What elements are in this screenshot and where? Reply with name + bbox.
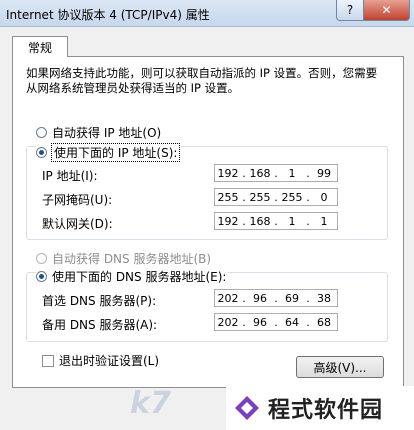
description-text: 如果网络支持此功能，则可以获取自动指派的 IP 设置。否则，您需要从网络系统管理…	[26, 66, 378, 95]
title-bar: Internet 协议版本 4 (TCP/IPv4) 属性 ? ✕	[0, 0, 414, 27]
gateway-label: 默认网关(D):	[42, 217, 113, 231]
advanced-button[interactable]: 高级(V)...	[296, 356, 384, 378]
watermark-right: 程式软件园	[226, 386, 414, 430]
octet: 192	[217, 166, 239, 180]
manual-dns-label: 使用下面的 DNS 服务器地址(E):	[52, 270, 227, 284]
octet: 1	[288, 214, 296, 228]
octet: 202	[217, 291, 239, 305]
close-button[interactable]: ✕	[363, 0, 410, 21]
radio-off-icon	[36, 253, 47, 264]
octet: 168	[249, 214, 271, 228]
ip-address-input[interactable]: 192. 168. 1. 99	[214, 164, 338, 182]
radio-off-icon	[36, 127, 47, 138]
gateway-input[interactable]: 192. 168. 1. 1	[214, 212, 338, 230]
validate-label: 退出时验证设置(L)	[59, 354, 160, 368]
manual-ip-radio[interactable]: 使用下面的 IP 地址(S):	[36, 143, 182, 162]
alternate-dns-input[interactable]: 202. 96. 64. 68	[214, 313, 338, 331]
tab-general[interactable]: 常规	[12, 36, 68, 57]
watermark-text: 程式软件园	[268, 398, 384, 423]
watermark-left: k7	[130, 386, 171, 421]
watermark-logo-icon	[235, 396, 259, 420]
octet: 99	[317, 166, 331, 180]
preferred-dns-label: 首选 DNS 服务器(P):	[42, 294, 157, 308]
octet: 69	[285, 291, 299, 305]
help-button[interactable]: ?	[336, 0, 364, 21]
octet: 64	[285, 315, 299, 329]
octet: 1	[320, 214, 328, 228]
auto-dns-radio[interactable]: 自动获得 DNS 服务器地址(B)	[36, 250, 211, 267]
octet: 1	[288, 166, 296, 180]
octet: 255	[249, 190, 271, 204]
auto-ip-radio[interactable]: 自动获得 IP 地址(O)	[36, 124, 161, 141]
subnet-mask-input[interactable]: 255. 255. 255. 0	[214, 188, 338, 206]
manual-ip-label: 使用下面的 IP 地址(S):	[50, 143, 181, 162]
octet: 0	[320, 190, 328, 204]
octet: 192	[217, 214, 239, 228]
radio-on-icon	[36, 147, 47, 158]
window-title: Internet 协议版本 4 (TCP/IPv4) 属性	[6, 8, 210, 22]
validate-checkbox[interactable]: 退出时验证设置(L)	[42, 352, 159, 369]
octet: 255	[217, 190, 239, 204]
preferred-dns-input[interactable]: 202. 96. 69. 38	[214, 289, 338, 307]
auto-ip-label: 自动获得 IP 地址(O)	[52, 126, 162, 140]
octet: 168	[249, 166, 271, 180]
octet: 255	[281, 190, 303, 204]
octet: 96	[253, 315, 267, 329]
alternate-dns-label: 备用 DNS 服务器(A):	[42, 318, 158, 332]
ip-address-label: IP 地址(I):	[42, 169, 98, 183]
manual-dns-radio[interactable]: 使用下面的 DNS 服务器地址(E):	[36, 268, 229, 285]
checkbox-icon	[42, 354, 54, 367]
octet: 38	[317, 291, 331, 305]
octet: 68	[317, 315, 331, 329]
radio-on-icon	[36, 271, 47, 282]
subnet-mask-label: 子网掩码(U):	[42, 193, 113, 207]
octet: 202	[217, 315, 239, 329]
auto-dns-label: 自动获得 DNS 服务器地址(B)	[52, 252, 212, 266]
octet: 96	[253, 291, 267, 305]
